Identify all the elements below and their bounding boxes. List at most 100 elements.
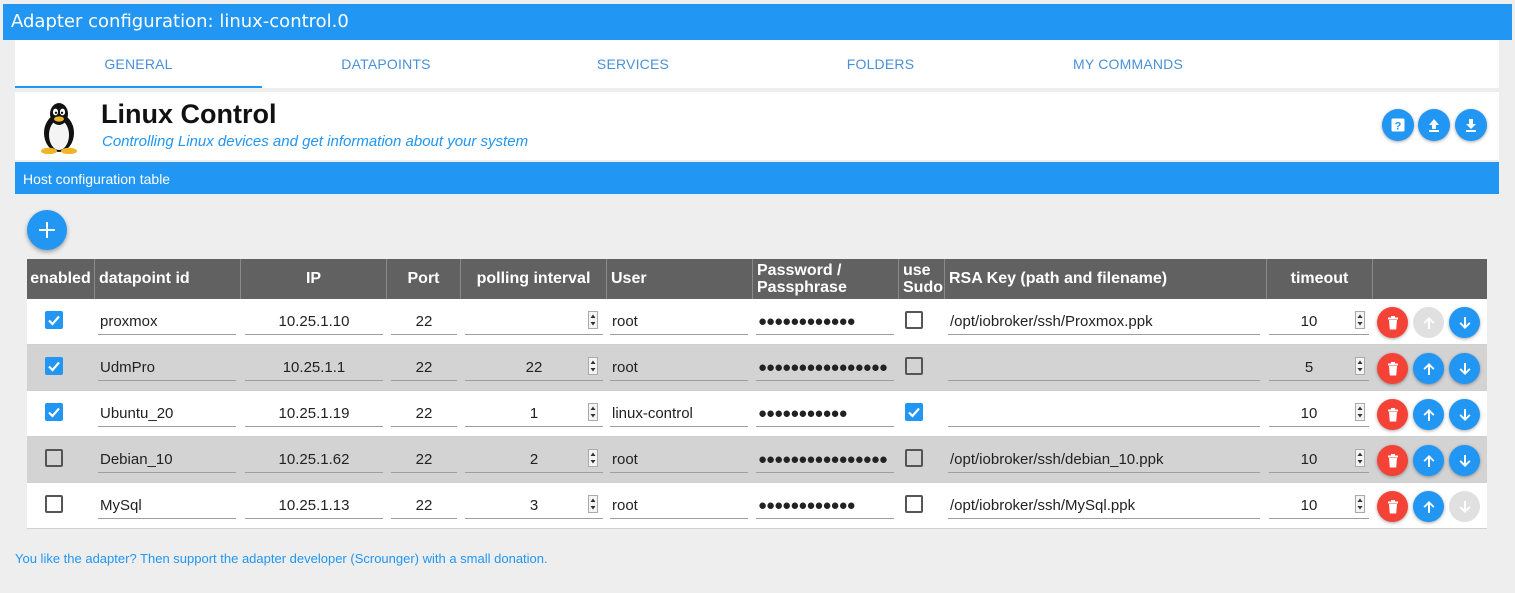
move-up-button[interactable] bbox=[1413, 399, 1444, 430]
timeout-input[interactable]: 5 bbox=[1269, 355, 1369, 381]
tab-services[interactable]: SERVICES bbox=[510, 40, 756, 88]
spinner-arrows-icon[interactable] bbox=[1355, 495, 1365, 513]
spinner-arrows-icon[interactable] bbox=[1355, 311, 1365, 329]
ip-input[interactable]: 10.25.1.13 bbox=[245, 493, 383, 519]
spinner-arrows-icon[interactable] bbox=[588, 311, 598, 329]
move-down-button[interactable] bbox=[1449, 399, 1480, 430]
datapoint-id-input[interactable]: Debian_10 bbox=[98, 447, 236, 473]
port-input[interactable]: 22 bbox=[391, 309, 457, 335]
move-down-button[interactable] bbox=[1449, 445, 1480, 476]
tab-general[interactable]: GENERAL bbox=[15, 40, 262, 88]
spinner-arrows-icon[interactable] bbox=[588, 495, 598, 513]
port-input[interactable]: 22 bbox=[391, 401, 457, 427]
adapter-title: Linux Control bbox=[101, 99, 277, 129]
user-input[interactable]: root bbox=[610, 493, 748, 519]
arrow-down-icon bbox=[1459, 454, 1470, 467]
col-ip: IP bbox=[241, 259, 387, 299]
move-down-button[interactable] bbox=[1449, 353, 1480, 384]
col-password: Password / Passphrase bbox=[753, 259, 899, 299]
enabled-checkbox[interactable] bbox=[45, 357, 63, 375]
arrow-up-icon bbox=[1423, 500, 1434, 513]
ip-input[interactable]: 10.25.1.10 bbox=[245, 309, 383, 335]
tab-datapoints[interactable]: DATAPOINTS bbox=[262, 40, 510, 88]
enabled-checkbox[interactable] bbox=[45, 311, 63, 329]
polling-interval-input[interactable]: 22 bbox=[465, 355, 603, 381]
use-sudo-checkbox[interactable] bbox=[905, 449, 923, 467]
delete-row-button[interactable] bbox=[1377, 353, 1408, 384]
rsa-key-input[interactable] bbox=[948, 401, 1260, 427]
upload-button[interactable] bbox=[1418, 109, 1450, 141]
tab-folders[interactable]: FOLDERS bbox=[756, 40, 1005, 88]
use-sudo-checkbox[interactable] bbox=[905, 495, 923, 513]
user-input[interactable]: root bbox=[610, 355, 748, 381]
use-sudo-checkbox[interactable] bbox=[905, 357, 923, 375]
timeout-input[interactable]: 10 bbox=[1269, 493, 1369, 519]
port-input[interactable]: 22 bbox=[391, 493, 457, 519]
delete-row-button[interactable] bbox=[1377, 399, 1408, 430]
password-input[interactable]: ●●●●●●●●●●●● bbox=[756, 309, 894, 335]
rsa-key-input[interactable]: /opt/iobroker/ssh/Proxmox.ppk bbox=[948, 309, 1260, 335]
move-down-button[interactable] bbox=[1449, 307, 1480, 338]
arrow-down-icon bbox=[1459, 362, 1470, 375]
table-row: Debian_10 10.25.1.62 22 2 root ●●●●●●●●●… bbox=[27, 437, 1487, 483]
password-input[interactable]: ●●●●●●●●●●●●●●●● bbox=[756, 447, 894, 473]
move-up-button[interactable] bbox=[1413, 491, 1444, 522]
datapoint-id-input[interactable]: UdmPro bbox=[98, 355, 236, 381]
delete-row-button[interactable] bbox=[1377, 307, 1408, 338]
polling-interval-input[interactable]: 3 bbox=[465, 493, 603, 519]
password-input[interactable]: ●●●●●●●●●●●● bbox=[756, 493, 894, 519]
svg-text:?: ? bbox=[1395, 121, 1402, 133]
use-sudo-checkbox[interactable] bbox=[905, 311, 923, 329]
ip-input[interactable]: 10.25.1.62 bbox=[245, 447, 383, 473]
rsa-key-input[interactable]: /opt/iobroker/ssh/MySql.ppk bbox=[948, 493, 1260, 519]
donation-link[interactable]: You like the adapter? Then support the a… bbox=[15, 551, 548, 566]
spinner-arrows-icon[interactable] bbox=[1355, 403, 1365, 421]
use-sudo-checkbox[interactable] bbox=[905, 403, 923, 421]
password-input[interactable]: ●●●●●●●●●●●●●●●● bbox=[756, 355, 894, 381]
datapoint-id-input[interactable]: Ubuntu_20 bbox=[98, 401, 236, 427]
col-user: User bbox=[607, 259, 753, 299]
delete-row-button[interactable] bbox=[1377, 491, 1408, 522]
spinner-arrows-icon[interactable] bbox=[1355, 449, 1365, 467]
move-up-button[interactable] bbox=[1413, 353, 1444, 384]
timeout-input[interactable]: 10 bbox=[1269, 447, 1369, 473]
download-button[interactable] bbox=[1455, 109, 1487, 141]
move-down-button[interactable] bbox=[1449, 491, 1480, 522]
enabled-checkbox[interactable] bbox=[45, 403, 63, 421]
spinner-arrows-icon[interactable] bbox=[588, 449, 598, 467]
polling-interval-input[interactable]: 1 bbox=[465, 401, 603, 427]
add-host-button[interactable] bbox=[27, 210, 67, 250]
polling-interval-input[interactable]: 2 bbox=[465, 447, 603, 473]
upload-icon bbox=[1429, 119, 1439, 132]
timeout-input[interactable]: 10 bbox=[1269, 309, 1369, 335]
delete-row-button[interactable] bbox=[1377, 445, 1408, 476]
rsa-key-input[interactable]: /opt/iobroker/ssh/debian_10.ppk bbox=[948, 447, 1260, 473]
user-input[interactable]: root bbox=[610, 447, 748, 473]
user-input[interactable]: root bbox=[610, 309, 748, 335]
enabled-checkbox[interactable] bbox=[45, 449, 63, 467]
col-timeout: timeout bbox=[1267, 259, 1373, 299]
enabled-checkbox[interactable] bbox=[45, 495, 63, 513]
password-input[interactable]: ●●●●●●●●●●● bbox=[756, 401, 894, 427]
move-up-button[interactable] bbox=[1413, 307, 1444, 338]
trash-icon bbox=[1387, 407, 1398, 421]
spinner-arrows-icon[interactable] bbox=[1355, 357, 1365, 375]
polling-interval-input[interactable] bbox=[465, 309, 603, 335]
arrow-down-icon bbox=[1459, 500, 1470, 513]
trash-icon bbox=[1387, 315, 1398, 329]
tab-my-commands[interactable]: MY COMMANDS bbox=[1005, 40, 1251, 88]
help-button[interactable]: ? bbox=[1382, 109, 1414, 141]
ip-input[interactable]: 10.25.1.1 bbox=[245, 355, 383, 381]
move-up-button[interactable] bbox=[1413, 445, 1444, 476]
port-input[interactable]: 22 bbox=[391, 355, 457, 381]
port-input[interactable]: 22 bbox=[391, 447, 457, 473]
col-polling-interval: polling interval bbox=[461, 259, 607, 299]
user-input[interactable]: linux-control bbox=[610, 401, 748, 427]
rsa-key-input[interactable] bbox=[948, 355, 1260, 381]
spinner-arrows-icon[interactable] bbox=[588, 357, 598, 375]
ip-input[interactable]: 10.25.1.19 bbox=[245, 401, 383, 427]
datapoint-id-input[interactable]: proxmox bbox=[98, 309, 236, 335]
timeout-input[interactable]: 10 bbox=[1269, 401, 1369, 427]
spinner-arrows-icon[interactable] bbox=[588, 403, 598, 421]
datapoint-id-input[interactable]: MySql bbox=[98, 493, 236, 519]
